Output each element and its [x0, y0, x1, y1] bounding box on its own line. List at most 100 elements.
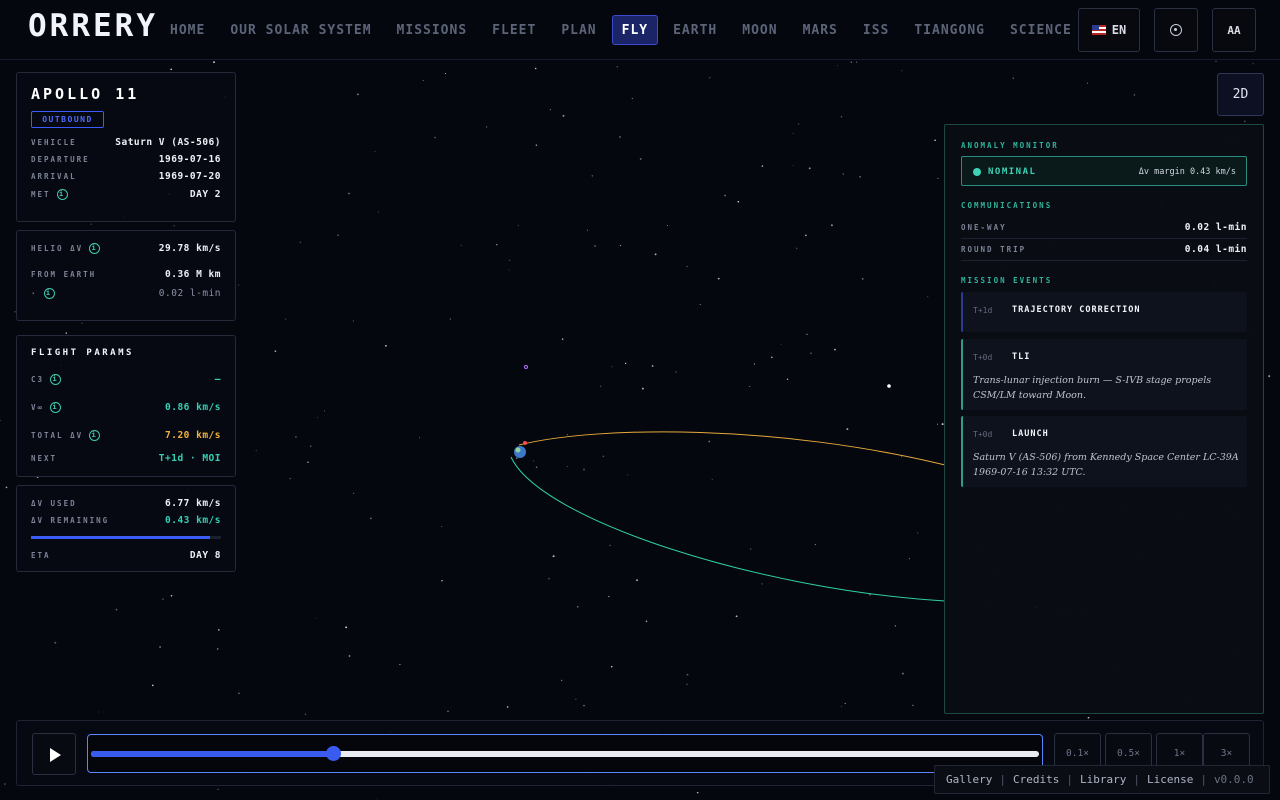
return-trajectory: [510, 456, 946, 602]
star: [1133, 94, 1136, 96]
star: [717, 277, 720, 280]
star: [434, 136, 436, 139]
star: [842, 173, 845, 175]
star: [859, 176, 861, 178]
info-icon[interactable]: i: [43, 288, 55, 299]
star: [641, 387, 644, 390]
library-link[interactable]: Library: [1080, 773, 1126, 786]
star: [170, 68, 173, 71]
star: [4, 783, 6, 785]
nav-item-iss[interactable]: ISS: [853, 15, 899, 45]
earth-icon[interactable]: [514, 441, 527, 458]
star: [561, 338, 564, 340]
mission-event[interactable]: T+0d TLI Trans-lunar injection burn — S-…: [961, 339, 1247, 410]
star: [631, 97, 633, 100]
star: [1252, 63, 1254, 65]
star: [619, 244, 622, 247]
view-mode-toggle[interactable]: 2D: [1217, 73, 1264, 116]
nav-item-mars[interactable]: MARS: [793, 15, 848, 45]
star: [285, 318, 287, 320]
star: [81, 322, 83, 324]
star: [217, 629, 220, 631]
star: [667, 224, 668, 226]
star: [377, 211, 379, 213]
main-nav: HOME OUR SOLAR SYSTEM MISSIONS FLEET PLAN FLY…: [160, 15, 1087, 45]
spacecraft-marker[interactable]: [524, 365, 528, 369]
credits-link[interactable]: Credits: [1013, 773, 1059, 786]
star: [347, 192, 350, 195]
star: [806, 333, 808, 335]
play-button[interactable]: [32, 733, 76, 775]
star: [639, 157, 642, 160]
info-icon[interactable]: i: [50, 402, 62, 413]
star: [937, 178, 939, 179]
star: [422, 79, 424, 81]
star: [575, 698, 577, 700]
star: [735, 615, 738, 618]
star: [485, 126, 488, 128]
star: [516, 457, 518, 459]
info-icon[interactable]: i: [56, 189, 68, 200]
star: [840, 116, 843, 118]
nav-item-fly[interactable]: FLY: [611, 15, 659, 45]
nav-item-tiangong[interactable]: TIANGONG: [904, 15, 995, 45]
license-link[interactable]: License: [1147, 773, 1193, 786]
vehicle-row: VEHICLE Saturn V (AS-506): [31, 137, 221, 148]
star: [901, 672, 904, 675]
star: [651, 365, 654, 367]
nav-item-our-solar-system[interactable]: OUR SOLAR SYSTEM: [220, 15, 381, 45]
star: [460, 244, 462, 247]
language-selector[interactable]: EN: [1078, 8, 1140, 52]
font-size-button[interactable]: AA: [1212, 8, 1256, 52]
timeline-track[interactable]: [91, 746, 1039, 761]
locate-button[interactable]: [1154, 8, 1198, 52]
star: [561, 679, 563, 682]
nav-item-science[interactable]: SCIENCE: [1000, 15, 1082, 45]
departure-row: DEPARTURE 1969-07-16: [31, 154, 221, 165]
star: [496, 244, 498, 246]
app-logo[interactable]: ORRERY: [28, 8, 158, 44]
round-trip-row: ROUND TRIP 0.04 l-min: [961, 239, 1247, 261]
star: [294, 435, 297, 438]
info-icon[interactable]: i: [89, 430, 101, 441]
dv-progress-fill: [31, 536, 210, 539]
star: [217, 788, 219, 791]
star: [624, 362, 627, 365]
star: [370, 517, 372, 520]
kinematics-panel: HELIO ΔV i 29.78 km/s FROM EARTH 0.36 M k…: [16, 230, 236, 321]
info-icon[interactable]: i: [89, 243, 101, 254]
star: [834, 348, 836, 351]
star: [90, 223, 92, 225]
timeline-thumb[interactable]: [325, 746, 341, 761]
timeline-scrubber[interactable]: [87, 734, 1043, 773]
star: [753, 363, 756, 365]
one-way-row: ONE-WAY 0.02 l-min: [961, 217, 1247, 239]
star: [238, 692, 240, 695]
star: [399, 663, 401, 666]
star: [686, 673, 689, 676]
info-icon[interactable]: i: [50, 374, 62, 385]
star: [602, 455, 605, 458]
star: [861, 278, 864, 280]
nav-item-home[interactable]: HOME: [160, 15, 215, 45]
nav-item-earth[interactable]: EARTH: [663, 15, 727, 45]
nav-item-plan[interactable]: PLAN: [551, 15, 606, 45]
moon-icon[interactable]: [887, 384, 891, 388]
mission-event[interactable]: T+1d TRAJECTORY CORRECTION: [961, 292, 1247, 332]
light-time-row: · i 0.02 l-min: [31, 288, 221, 299]
nav-item-missions[interactable]: MISSIONS: [387, 15, 478, 45]
outbound-trajectory: [518, 431, 946, 466]
star: [786, 378, 789, 380]
star: [1243, 120, 1246, 123]
star: [419, 437, 421, 439]
mission-events-title: MISSION EVENTS: [961, 276, 1053, 285]
gallery-link[interactable]: Gallery: [946, 773, 992, 786]
star: [552, 555, 555, 558]
star: [352, 320, 354, 322]
mission-event[interactable]: T+0d LAUNCH Saturn V (AS-506) from Kenne…: [961, 416, 1247, 487]
nav-item-moon[interactable]: MOON: [732, 15, 787, 45]
nav-item-fleet[interactable]: FLEET: [482, 15, 546, 45]
star: [376, 798, 378, 800]
star: [696, 791, 699, 794]
anomaly-status-text: NOMINAL: [988, 167, 1037, 177]
